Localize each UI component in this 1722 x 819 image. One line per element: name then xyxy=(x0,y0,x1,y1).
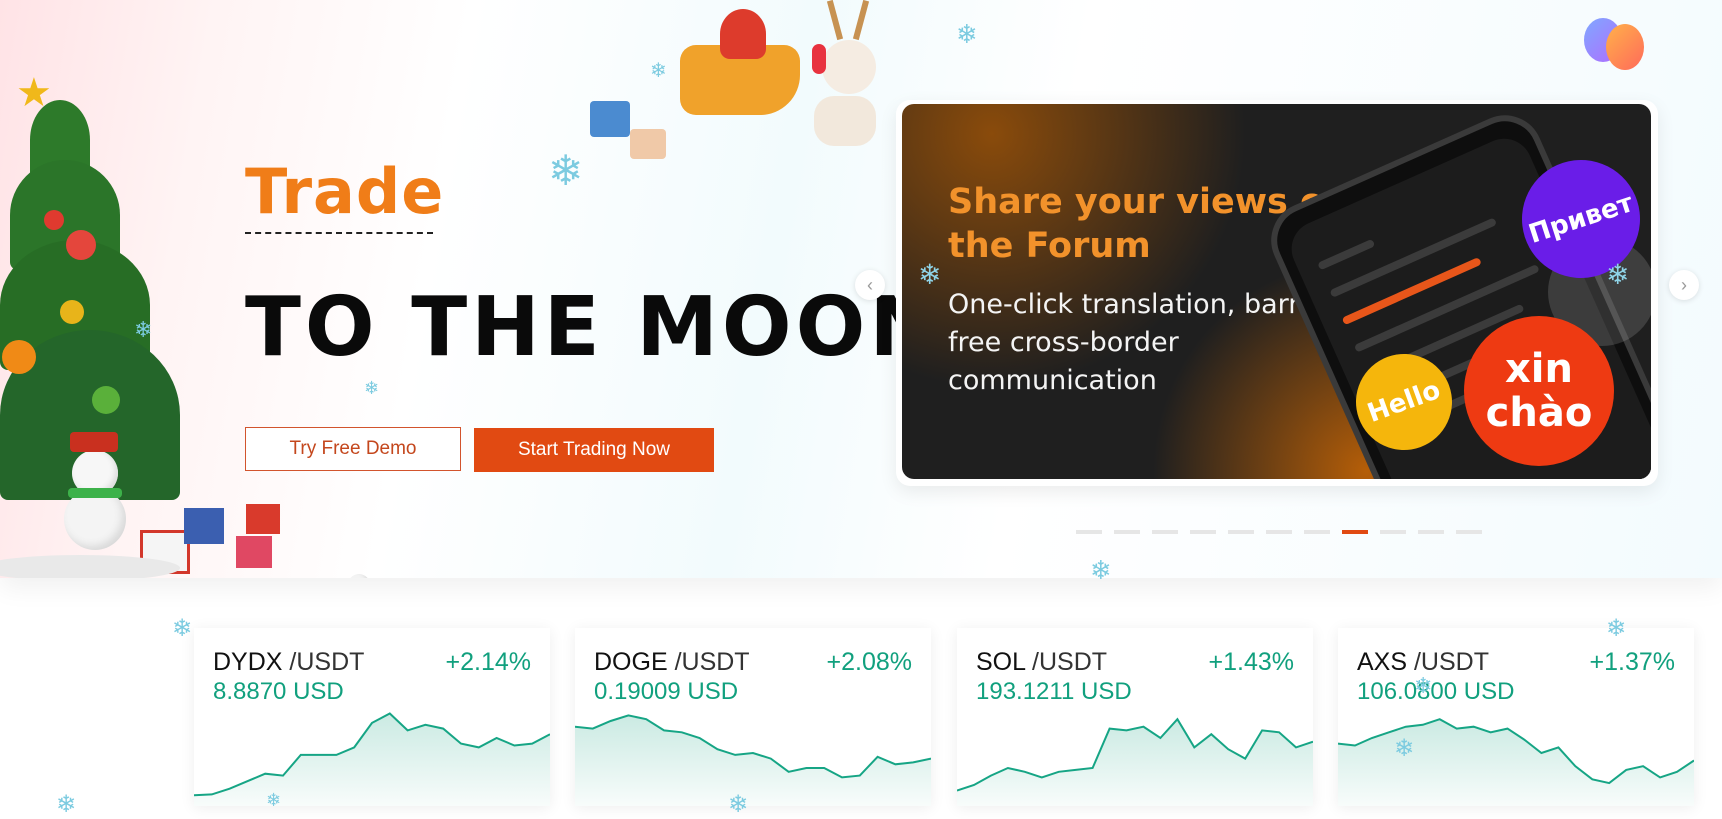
ticker-pair: SOL /USDT xyxy=(976,648,1107,677)
ticker-change: +1.43% xyxy=(1208,648,1295,676)
carousel-dot[interactable] xyxy=(1228,530,1254,534)
sparkline-area xyxy=(575,715,931,806)
carousel-dot[interactable] xyxy=(1456,530,1482,534)
ticker-quote: /USDT xyxy=(282,648,365,676)
start-trading-now-button[interactable]: Start Trading Now xyxy=(474,428,714,472)
carousel-dot[interactable] xyxy=(1076,530,1102,534)
carousel-dot[interactable] xyxy=(1342,530,1368,534)
ticker-change: +1.37% xyxy=(1589,648,1676,676)
carousel-prev-arrow-icon[interactable]: ‹ xyxy=(855,270,885,300)
snowman-icon xyxy=(52,432,132,570)
carousel-next-arrow-icon[interactable]: › xyxy=(1669,270,1699,300)
ticker-pair: DYDX /USDT xyxy=(213,648,364,677)
carousel-dot[interactable] xyxy=(1380,530,1406,534)
ticker-card[interactable]: DYDX /USDT +2.14% 8.8870 USD xyxy=(194,628,550,806)
carousel-dot[interactable] xyxy=(1418,530,1444,534)
headline-main: TO THE MOON xyxy=(245,280,942,375)
ticker-quote: /USDT xyxy=(1407,648,1489,676)
snowflake-icon: ❄ xyxy=(1414,674,1433,699)
carousel-banner-slide[interactable]: Share your views on the Forum One-click … xyxy=(902,104,1651,479)
carousel-dot[interactable] xyxy=(1152,530,1178,534)
carousel-pagination xyxy=(1076,530,1482,534)
ticker-quote: /USDT xyxy=(1025,648,1108,676)
snowflake-icon: ❄ xyxy=(1606,258,1630,291)
ticker-base: AXS xyxy=(1357,648,1408,676)
sparkline-area xyxy=(957,719,1313,806)
try-free-demo-button[interactable]: Try Free Demo xyxy=(245,427,461,471)
reindeer-icon xyxy=(808,0,888,160)
price-sparkline xyxy=(1338,718,1694,806)
balloons-icon xyxy=(1580,14,1650,84)
snowflake-icon: ❄ xyxy=(548,146,584,195)
stage-base xyxy=(0,555,180,578)
ticker-change: +2.14% xyxy=(445,648,532,676)
snowflake-icon: ❄ xyxy=(266,790,282,811)
snowflake-icon: ❄ xyxy=(364,378,380,399)
ticker-pair: AXS /USDT xyxy=(1357,648,1489,677)
santa-sleigh-icon xyxy=(590,5,830,159)
ticker-base: SOL xyxy=(976,648,1026,676)
ticker-card[interactable]: AXS /USDT +1.37% 106.0800 USD xyxy=(1338,628,1694,806)
ticker-base: DOGE xyxy=(594,648,668,676)
snowflake-icon: ❄ xyxy=(918,258,942,291)
snowflake-icon: ❄ xyxy=(134,318,153,343)
snowflake-icon: ❄ xyxy=(1090,556,1112,586)
price-sparkline xyxy=(194,712,550,806)
ticker-change: +2.08% xyxy=(826,648,913,676)
snowflake-icon: ❄ xyxy=(650,58,667,82)
carousel-dot[interactable] xyxy=(1266,530,1292,534)
snowflake-icon: ❄ xyxy=(56,790,77,818)
snowflake-icon: ❄ xyxy=(1606,614,1627,642)
price-sparkline xyxy=(957,717,1313,806)
snowflake-icon: ❄ xyxy=(172,614,193,642)
headline-accent: Trade xyxy=(245,155,445,228)
snowflake-icon: ❄ xyxy=(1394,734,1415,762)
carousel-dot[interactable] xyxy=(1114,530,1140,534)
hero-banner: ★ Trade TO THE MOON Try Free Demo Start xyxy=(0,0,1722,578)
ticker-quote: /USDT xyxy=(667,648,750,676)
carousel-dot[interactable] xyxy=(1190,530,1216,534)
snowflake-icon: ❄ xyxy=(728,790,749,818)
price-sparkline xyxy=(575,714,931,806)
headline-underline xyxy=(245,232,433,234)
ticker-card[interactable]: DOGE /USDT +2.08% 0.19009 USD xyxy=(575,628,931,806)
ticker-base: DYDX xyxy=(213,648,283,676)
bubble-xin-chao: xin chào xyxy=(1464,316,1614,466)
sparkline-area xyxy=(194,713,550,806)
ticker-card[interactable]: SOL /USDT +1.43% 193.1211 USD xyxy=(957,628,1313,806)
ticker-pair: DOGE /USDT xyxy=(594,648,750,677)
carousel-dot[interactable] xyxy=(1304,530,1330,534)
snowflake-icon: ❄ xyxy=(956,20,978,50)
